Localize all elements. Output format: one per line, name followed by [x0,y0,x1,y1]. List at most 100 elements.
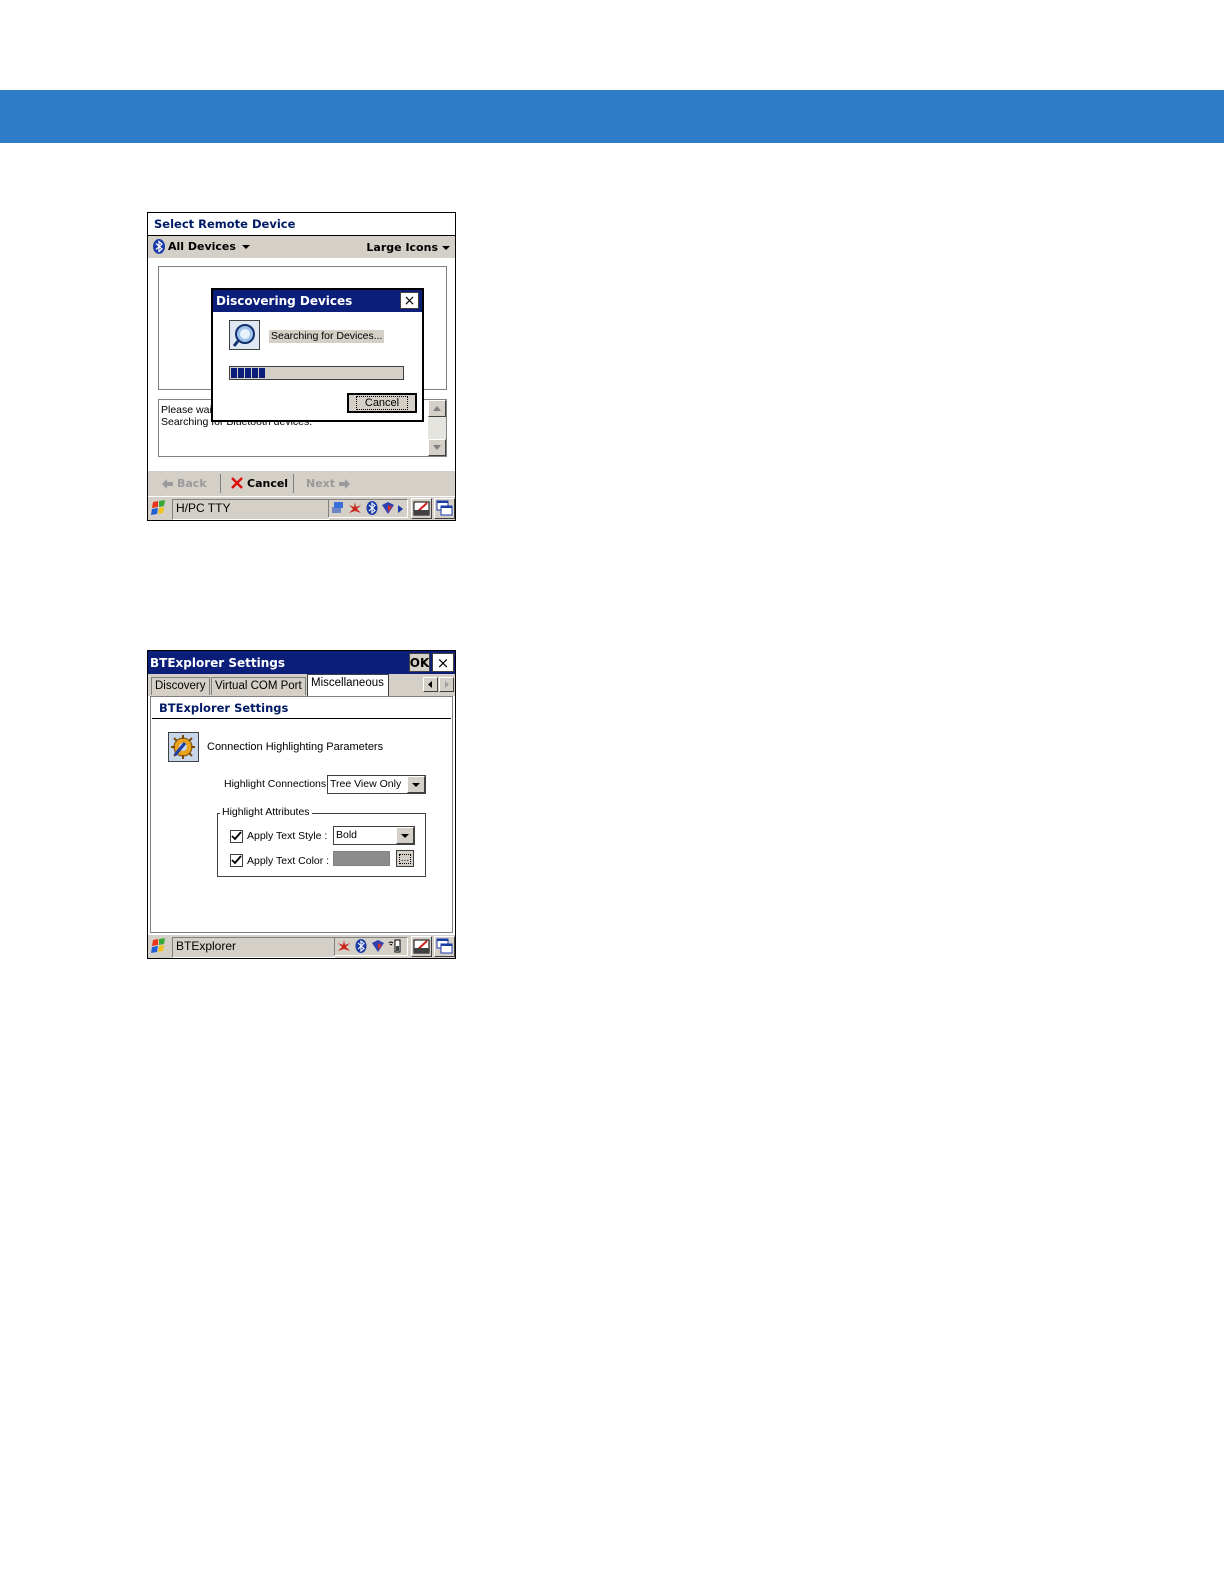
windows-logo-icon [151,938,165,953]
highlight-connections-select[interactable]: Tree View Only [327,775,426,794]
tab-miscellaneous[interactable]: Miscellaneous [307,674,389,696]
back-button[interactable]: Back [162,477,207,490]
arrow-right-icon [339,478,351,489]
text-color-swatch [333,851,390,866]
active-app-label[interactable]: H/PC TTY [172,499,329,520]
chevron-down-icon [442,245,450,250]
color-picker-button[interactable]: ... [396,850,414,867]
tab-scroll-right-button[interactable] [439,677,454,692]
dialog-cancel-button[interactable]: Cancel [347,393,417,413]
input-panel-icon [413,939,430,954]
tab-discovery[interactable]: Discovery [151,677,210,695]
page-title: Select Remote Device [154,217,296,231]
signal-icon [338,940,350,951]
device-filter-dropdown[interactable]: All Devices [153,239,250,254]
divider [293,474,294,493]
security-shield-icon [382,502,394,514]
apply-text-color-label: Apply Text Color : [247,855,330,867]
window-switcher-button[interactable] [434,498,455,519]
close-button[interactable]: × [432,653,454,672]
text-style-select[interactable]: Bold [333,826,415,845]
scroll-up-button[interactable] [428,400,446,417]
btexplorer-settings-screen: BTExplorer Settings OK × Discovery Virtu… [147,650,456,959]
text-style-value: Bold [336,829,358,841]
arrow-left-icon [162,478,173,489]
network-icon [332,502,343,513]
scroll-down-button[interactable] [428,439,446,456]
windows-stack-icon [436,938,453,954]
keyboard-input-button[interactable] [411,936,432,957]
dropdown-button[interactable] [396,827,414,844]
signal-icon [349,502,361,513]
search-icon [229,320,260,350]
cancel-button[interactable]: Cancel [230,476,288,490]
back-label: Back [177,477,207,490]
dialog-titlebar: Discovering Devices × [213,290,422,312]
cancel-label: Cancel [247,476,289,490]
chevron-down-icon [401,833,409,838]
progress-fill [231,368,266,378]
divider [152,718,451,719]
taskbar: BTExplorer [148,934,455,958]
active-app-label[interactable]: BTExplorer [172,937,335,958]
settings-gear-icon [168,732,199,762]
color-picker-label: ... [398,853,412,864]
settings-panel: BTExplorer Settings Connection Highlight… [150,696,453,933]
wizard-nav-bar: Back Cancel Next [148,471,455,497]
start-button[interactable] [149,936,171,957]
next-button[interactable]: Next [306,477,351,490]
system-tray [328,499,408,518]
progress-bar [229,366,404,380]
apply-text-style-checkbox[interactable] [230,830,243,843]
filter-bar: All Devices Large Icons [148,236,455,258]
taskbar: H/PC TTY [148,496,455,520]
tab-virtual-com-port[interactable]: Virtual COM Port [211,677,306,695]
start-button[interactable] [149,498,171,519]
arrow-left-icon [428,681,432,688]
windows-stack-icon [436,500,453,516]
select-remote-device-screen: Select Remote Device All Devices Large I… [147,212,456,521]
dropdown-button[interactable] [407,776,425,793]
ok-button[interactable]: OK [409,653,430,672]
dialog-title: Discovering Devices [216,294,353,308]
keyboard-input-button[interactable] [411,498,432,519]
bluetooth-icon [366,501,378,515]
checkmark-icon [231,831,242,841]
tab-scroll-left-button[interactable] [423,677,438,692]
scrollbar[interactable] [428,400,446,456]
tray-expand-icon[interactable] [398,505,404,513]
security-shield-icon [372,940,384,952]
checkmark-icon [231,855,242,865]
search-status-text: Searching for Devices... [269,330,385,343]
highlight-attributes-group: Highlight Attributes Apply Text Style : … [217,806,426,877]
bluetooth-icon [153,239,165,254]
close-icon [231,477,243,489]
section-title: BTExplorer Settings [159,701,289,715]
input-panel-icon [413,501,430,516]
params-heading: Connection Highlighting Parameters [207,741,384,753]
highlight-connections-label: Highlight Connections [224,778,327,790]
highlight-connections-value: Tree View Only [330,778,402,790]
header-banner [0,90,1224,143]
battery-icon [388,939,401,953]
next-label: Next [306,477,336,490]
apply-text-color-checkbox[interactable] [230,854,243,867]
window-titlebar: BTExplorer Settings OK × [148,651,455,674]
dialog-close-button[interactable]: × [400,292,419,309]
arrow-up-icon [433,406,441,411]
view-mode-label: Large Icons [366,241,438,254]
divider [220,474,221,493]
discovering-devices-dialog: Discovering Devices × Searching for Devi… [211,288,424,422]
window-switcher-button[interactable] [434,936,455,957]
arrow-down-icon [433,445,441,450]
chevron-down-icon [412,782,420,787]
dialog-cancel-label: Cancel [355,396,409,410]
device-filter-label: All Devices [168,240,236,253]
bluetooth-icon [355,939,367,953]
apply-text-style-label: Apply Text Style : [247,830,328,842]
window-title: BTExplorer Settings [150,656,286,670]
arrow-right-icon [445,681,449,688]
view-mode-dropdown[interactable]: Large Icons [366,241,450,254]
system-tray [334,937,408,956]
group-title: Highlight Attributes [220,806,312,818]
